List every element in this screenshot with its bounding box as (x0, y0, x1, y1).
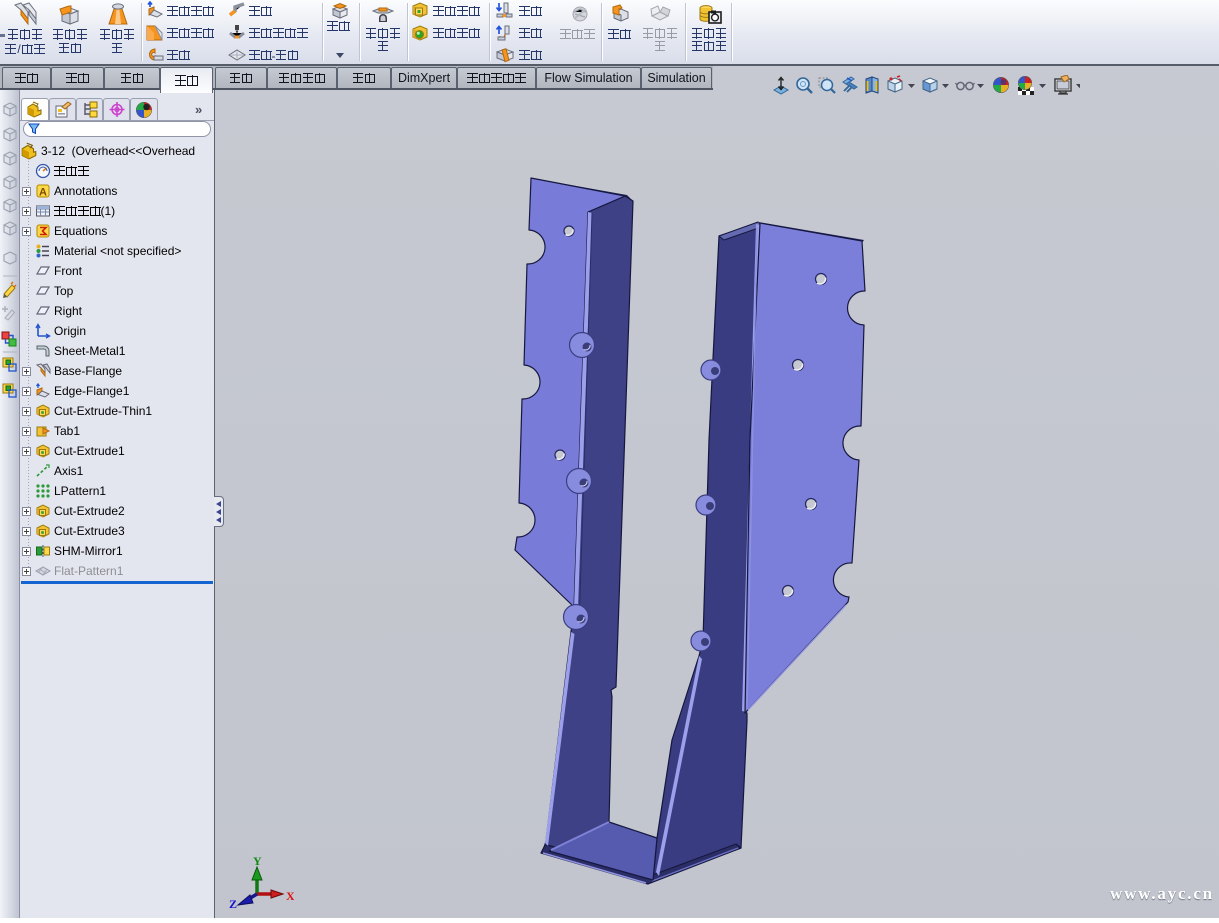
svg-text:A: A (39, 187, 47, 199)
svg-text:X: X (286, 889, 294, 903)
svg-text:Z: Z (229, 897, 237, 910)
svg-text:Y: Y (253, 854, 262, 868)
